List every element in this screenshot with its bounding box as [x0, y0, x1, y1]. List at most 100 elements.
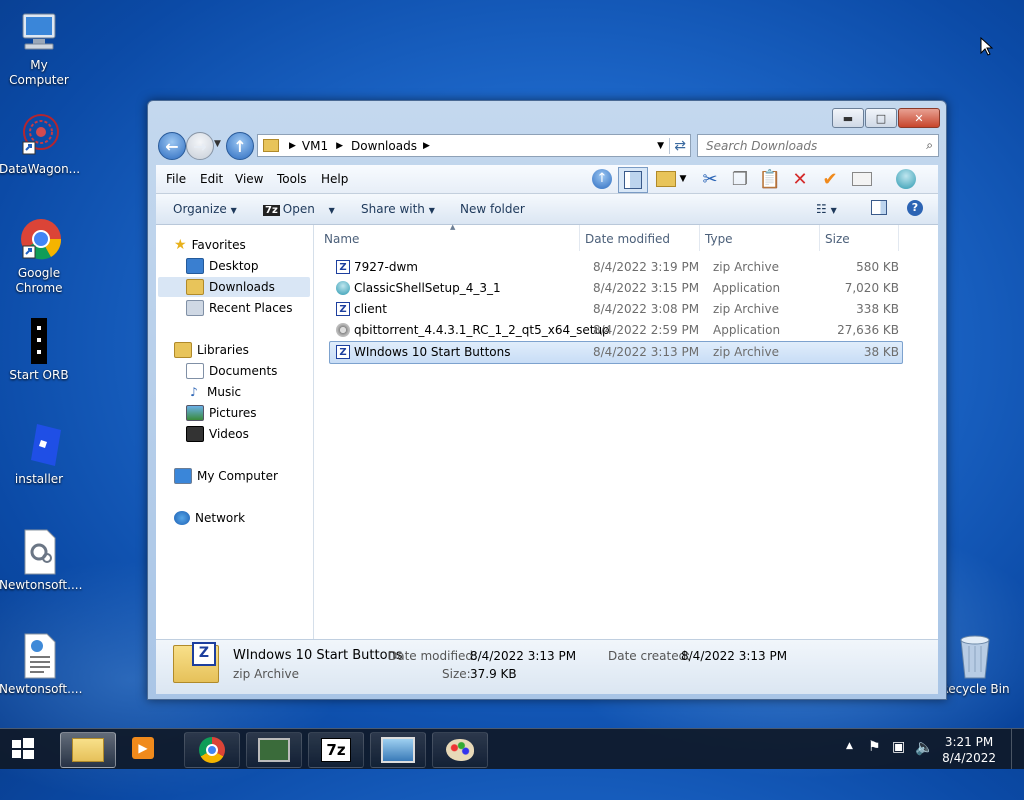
explorer-window[interactable]: ▬ □ ✕ ← → ▼ ↑ ▶ VM1 ▶ Downloads ▶ ▼ ⇄ Se… [147, 100, 947, 700]
taskbar-explorer[interactable] [60, 732, 116, 768]
view-options-icon[interactable]: ☷ ▼ [816, 202, 837, 216]
address-dropdown-icon[interactable]: ▼ [657, 141, 664, 151]
taskbar-7zip[interactable]: 7z [308, 732, 364, 768]
start-button[interactable] [10, 737, 38, 761]
nav-my-computer[interactable]: My Computer [174, 466, 278, 486]
file-row[interactable]: Z WIndows 10 Start Buttons 8/4/2022 3:13 P… [329, 341, 903, 364]
nav-videos[interactable]: Videos [186, 424, 249, 444]
nav-label: Desktop [209, 259, 259, 273]
file-row[interactable]: ClassicShellSetup_4_3_1 8/4/2022 3:15 PM A… [330, 278, 902, 299]
recent-pages-dropdown[interactable]: ▼ [214, 139, 221, 149]
show-hidden-icons-icon[interactable]: ▲ [846, 741, 853, 751]
desktop-icon-installer[interactable]: installer [0, 422, 79, 487]
desktop-icon-start-orb[interactable]: Start ORB [0, 318, 79, 383]
nav-pictures[interactable]: Pictures [186, 403, 257, 423]
nav-network[interactable]: Network [174, 508, 245, 528]
menu-help[interactable]: Help [321, 172, 348, 186]
organize-button[interactable]: Organize ▼ [173, 202, 237, 216]
search-input[interactable]: Search Downloads ⌕ [697, 134, 939, 157]
help-icon[interactable]: ? [907, 200, 923, 216]
zip-icon: Z [336, 260, 350, 274]
volume-icon[interactable]: 🔈 [915, 738, 934, 756]
nav-desktop[interactable]: Desktop [186, 256, 259, 276]
navigation-pane: ★ Favorites Desktop Downloads Recent Plac… [156, 225, 314, 639]
search-icon[interactable]: ⌕ [926, 138, 933, 153]
minimize-button[interactable]: ▬ [832, 108, 864, 128]
installer-icon [336, 323, 350, 337]
breadcrumb-downloads[interactable]: Downloads [351, 139, 417, 153]
nav-favorites[interactable]: ★ Favorites [174, 235, 246, 255]
up-button[interactable]: ↑ [226, 132, 254, 160]
nav-music[interactable]: ♪ Music [186, 382, 241, 402]
breadcrumb-vm1[interactable]: VM1 [302, 139, 328, 153]
forward-button[interactable]: → [186, 132, 214, 160]
menu-file[interactable]: File [166, 172, 186, 186]
nav-libraries[interactable]: Libraries [174, 340, 249, 360]
menu-view[interactable]: View [235, 172, 263, 186]
toolbar-up-icon[interactable]: ↑ [588, 167, 616, 191]
nav-documents[interactable]: Documents [186, 361, 277, 381]
media-player-icon: ▶ [132, 737, 154, 759]
nav-recent-places[interactable]: Recent Places [186, 298, 292, 318]
desktop-icon-datawagon[interactable]: DataWagon... [0, 112, 80, 177]
details-modified-label: Date modified: [388, 649, 478, 663]
nav-label: Documents [209, 364, 278, 378]
column-size[interactable]: Size [825, 232, 850, 246]
command-bar: Organize ▼ 7z Open ▼ Share with ▼ New fol… [156, 194, 938, 225]
column-separator[interactable] [699, 225, 700, 251]
organize-label: Organize [173, 202, 227, 216]
open-button[interactable]: 7z Open ▼ [263, 202, 335, 216]
close-button[interactable]: ✕ [898, 108, 940, 128]
toolbar-folders-dropdown-icon[interactable]: ▼ [676, 167, 690, 191]
network-status-icon[interactable]: ▣ [892, 739, 905, 755]
toolbar-panes-icon[interactable] [618, 167, 648, 193]
folder-icon [263, 139, 279, 152]
toolbar-delete-icon[interactable]: ✕ [786, 167, 814, 191]
toolbar-rename-icon[interactable] [848, 167, 876, 191]
taskbar-task-manager[interactable] [246, 732, 302, 768]
preview-pane-icon[interactable] [871, 200, 887, 218]
desktop-icon-recycle-bin[interactable]: Recycle Bin [935, 632, 1015, 697]
column-type[interactable]: Type [705, 232, 733, 246]
menu-edit[interactable]: Edit [200, 172, 223, 186]
desktop-icon-my-computer[interactable]: My Computer [0, 8, 79, 88]
toolbar-paste-icon[interactable]: 📋 [756, 167, 784, 191]
column-separator[interactable] [819, 225, 820, 251]
system-clock[interactable]: 3:21 PM 8/4/2022 [942, 734, 996, 766]
maximize-button[interactable]: □ [865, 108, 897, 128]
desktop-icon-newtonsoft-2[interactable]: Newtonsoft.... [0, 632, 82, 697]
address-bar[interactable]: ▶ VM1 ▶ Downloads ▶ ▼ ⇄ [257, 134, 691, 157]
refresh-icon[interactable]: ⇄ [669, 137, 686, 154]
show-desktop-button[interactable] [1011, 729, 1024, 769]
address-row: ← → ▼ ↑ ▶ VM1 ▶ Downloads ▶ ▼ ⇄ Search D… [156, 131, 939, 160]
column-date-modified[interactable]: Date modified [585, 232, 670, 246]
taskbar-media-player[interactable]: ▶ [132, 737, 160, 763]
toolbar-cut-icon[interactable]: ✂ [696, 167, 724, 191]
column-separator[interactable] [898, 225, 899, 251]
share-with-button[interactable]: Share with ▼ [361, 202, 435, 216]
desktop-icon-google-chrome[interactable]: Google Chrome [0, 216, 79, 296]
action-center-flag-icon[interactable]: ⚑ [868, 739, 881, 755]
taskbar-photo-viewer[interactable] [370, 732, 426, 768]
star-icon: ★ [174, 237, 187, 253]
toolbar-copy-icon[interactable]: ❐ [726, 167, 754, 191]
details-pane: Z WIndows 10 Start Buttons zip Archive D… [156, 639, 938, 694]
taskbar-chrome[interactable] [184, 732, 240, 768]
desktop-icon-newtonsoft-1[interactable]: Newtonsoft.... [0, 528, 82, 593]
new-folder-button[interactable]: New folder [460, 202, 525, 216]
file-row[interactable]: qbittorrent_4.4.3.1_RC_1_2_qt5_x64_setup… [330, 320, 902, 341]
file-row[interactable]: Zclient 8/4/2022 3:08 PM zip Archive 338 KB [330, 299, 902, 320]
chrome-icon [199, 737, 225, 763]
menu-tools[interactable]: Tools [277, 172, 307, 186]
toolbar-shell-icon[interactable] [892, 167, 920, 191]
column-name[interactable]: Name [324, 232, 359, 246]
7zip-icon: 7z [263, 205, 280, 216]
taskbar-paint[interactable] [432, 732, 488, 768]
toolbar-properties-icon[interactable]: ✔ [816, 167, 844, 191]
file-row[interactable]: Z 7927-dwm 8/4/2022 3:19 PM zip Archive 580 … [330, 257, 902, 278]
7zip-icon: 7z [321, 738, 351, 762]
back-button[interactable]: ← [158, 132, 186, 160]
nav-downloads[interactable]: Downloads [158, 277, 310, 297]
zip-icon: Z [336, 345, 350, 359]
column-separator[interactable] [579, 225, 580, 251]
